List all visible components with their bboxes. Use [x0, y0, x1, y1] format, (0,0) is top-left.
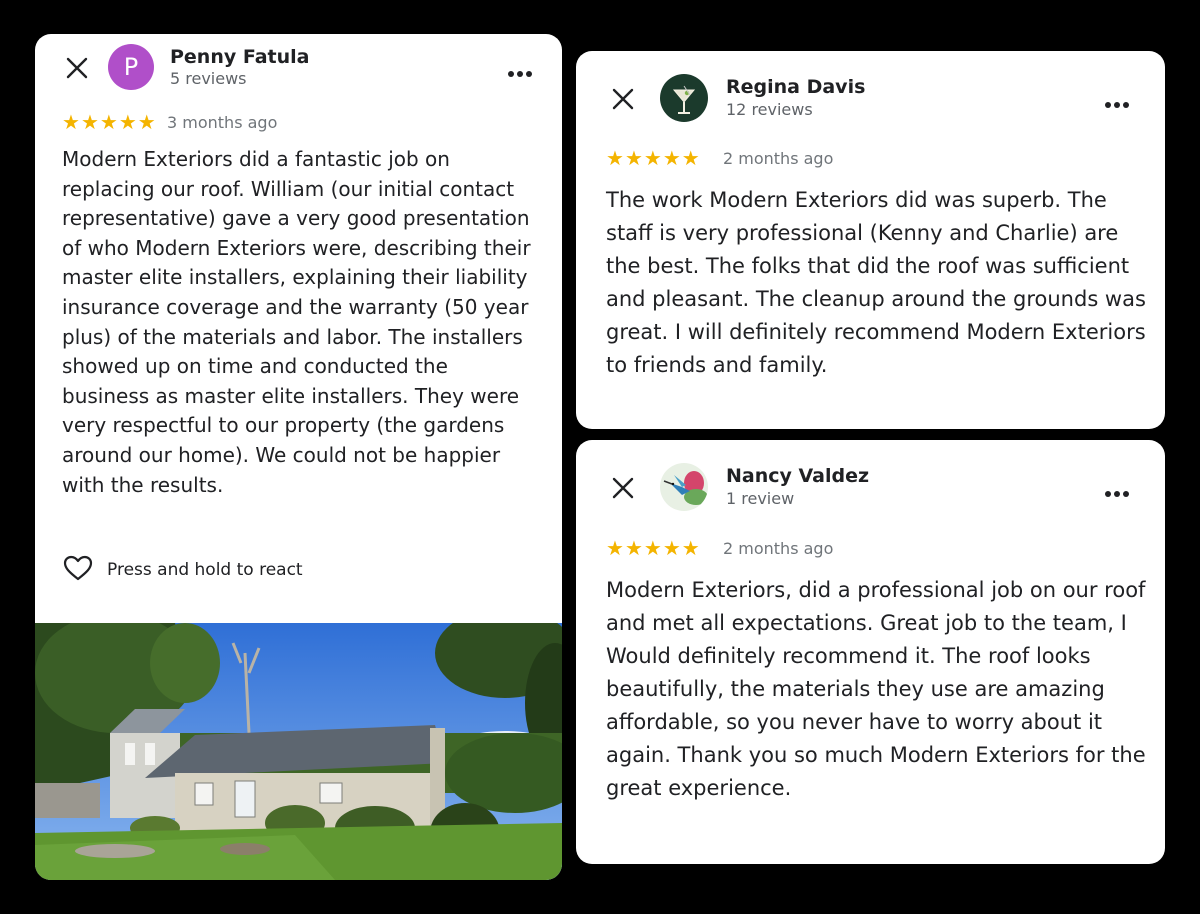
more-options-icon[interactable] — [1104, 94, 1130, 108]
more-options-icon[interactable] — [507, 63, 533, 77]
close-icon[interactable] — [611, 87, 635, 111]
review-text: Modern Exteriors did a fantastic job on … — [62, 147, 531, 497]
star-icon: ★ — [606, 536, 624, 560]
close-icon[interactable] — [611, 476, 635, 500]
star-icon: ★ — [643, 146, 662, 170]
review-card-regina-davis: Regina Davis 12 reviews ★ ★ ★ ★ ★ 2 months a… — [576, 51, 1165, 429]
review-time: 3 months ago — [167, 113, 278, 132]
star-icon: ★ — [681, 536, 700, 560]
reviewer-name[interactable]: Penny Fatula — [170, 46, 310, 68]
star-icon: ★ — [118, 110, 137, 134]
star-icon: ★ — [624, 536, 643, 560]
star-rating: ★ ★ ★ ★ ★ — [606, 148, 700, 168]
close-icon[interactable] — [65, 56, 89, 80]
star-rating: ★ ★ ★ ★ ★ — [62, 112, 156, 132]
avatar[interactable]: P — [108, 44, 154, 90]
star-icon: ★ — [643, 536, 662, 560]
more-options-icon[interactable] — [1104, 483, 1130, 497]
react-button[interactable]: Press and hold to react — [63, 555, 303, 585]
star-icon: ★ — [624, 146, 643, 170]
star-icon: ★ — [662, 536, 681, 560]
review-text: The work Modern Exteriors did was superb… — [606, 188, 1146, 377]
star-rating: ★ ★ ★ ★ ★ — [606, 538, 700, 558]
heart-icon — [63, 555, 93, 585]
star-icon: ★ — [681, 146, 700, 170]
star-icon: ★ — [62, 110, 80, 134]
star-icon: ★ — [606, 146, 624, 170]
review-time: 2 months ago — [723, 149, 834, 168]
star-icon: ★ — [99, 110, 118, 134]
star-icon: ★ — [137, 110, 156, 134]
review-count: 12 reviews — [726, 100, 813, 119]
star-icon: ★ — [80, 110, 99, 134]
react-label: Press and hold to react — [107, 560, 303, 580]
hummingbird-icon[interactable] — [660, 463, 708, 511]
review-text: Modern Exteriors, did a professional job… — [606, 578, 1146, 800]
review-count: 5 reviews — [170, 69, 247, 88]
reviewer-name[interactable]: Nancy Valdez — [726, 465, 869, 487]
star-icon: ★ — [662, 146, 681, 170]
review-card-nancy-valdez: Nancy Valdez 1 review ★ ★ ★ ★ ★ 2 months ago… — [576, 440, 1165, 864]
reviewer-name[interactable]: Regina Davis — [726, 76, 865, 98]
martini-glass-icon[interactable] — [660, 74, 708, 122]
review-count: 1 review — [726, 489, 795, 508]
review-time: 2 months ago — [723, 539, 834, 558]
review-card-penny-fatula: P Penny Fatula 5 reviews ★ ★ ★ ★ ★ 3 months … — [35, 34, 562, 880]
house-photo[interactable] — [35, 608, 562, 880]
